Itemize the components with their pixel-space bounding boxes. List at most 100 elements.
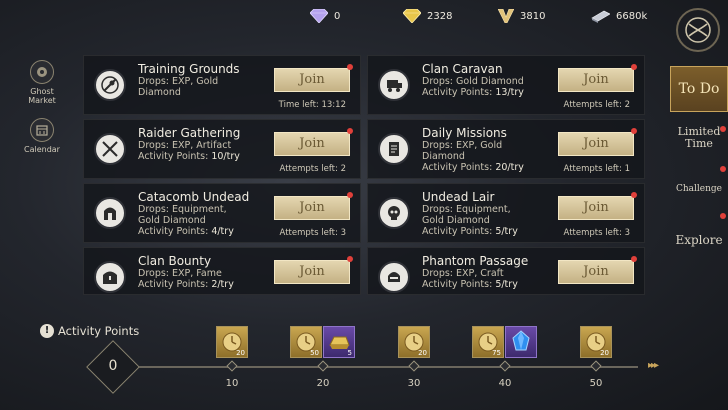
activity-card-phantom-passage: Phantom Passage Drops: EXP, Craft Activit… [367,247,645,295]
tab-explore[interactable]: Explore [670,213,728,247]
notification-dot [347,256,353,262]
notification-dot [631,64,637,70]
ghost-market-label: Ghost Market [28,87,56,105]
gold-diamond-count: 2328 [427,10,453,22]
milestone-marker [226,360,238,372]
v-currency-count: 3810 [520,10,546,22]
card-description: Drops: Equipment, Gold Diamond Activity Po… [422,204,518,237]
milestone-marker [317,360,329,372]
card-description: Drops: Equipment, Gold Diamond Activity Po… [138,204,234,237]
reward-gold-chest[interactable]: 50 [290,326,322,358]
card-title: Catacomb Undead [138,190,250,204]
tab-limited-time[interactable]: Limited Time [670,126,728,150]
silver-bar-icon [591,10,610,23]
activity-card-training-grounds: Training Grounds Drops: EXP, Gold Diamond… [83,55,361,115]
notification-dot [347,128,353,134]
card-title: Raider Gathering [138,126,241,140]
reward-count: 20 [236,349,245,357]
attempts-left: Attempts left: 3 [279,228,346,238]
card-description: Drops: EXP, Gold Diamond [138,76,219,98]
milestone-label: 10 [225,378,239,389]
notification-dot [347,192,353,198]
card-title: Clan Bounty [138,254,212,268]
gold-diamond-icon [403,9,421,23]
reward-gold-chest[interactable]: 20 [580,326,612,358]
milestone-label: 50 [589,378,603,389]
currency-silver: 6680k [590,9,647,23]
currency-diamond: 0 [310,9,340,23]
reward-count: 75 [492,349,501,357]
milestone-label: 30 [407,378,421,389]
reward-gold-ingot[interactable]: 5 [323,326,355,358]
milestone-label: 40 [498,378,512,389]
calendar-button[interactable]: Calendar [22,118,62,154]
card-description: Drops: EXP, Craft Activity Points: 5/try [422,268,518,290]
wagon-icon [378,69,410,101]
calendar-icon [30,118,54,142]
progress-track [132,366,638,368]
points-counter: 0 [108,358,118,374]
card-title: Phantom Passage [422,254,529,268]
milestone-marker [499,360,511,372]
attempts-left: Attempts left: 2 [279,164,346,174]
reward-count: 20 [418,349,427,357]
reward-count: 5 [347,349,352,357]
activity-card-clan-bounty: Clan Bounty Drops: EXP, Fame Activity Poi… [83,247,361,295]
card-description: Drops: EXP, Gold Diamond Activity Points: … [422,140,524,173]
activity-points-label: Activity Points [58,324,140,338]
chest-icon [94,261,126,293]
milestone-marker [408,360,420,372]
blue-gem-icon [512,330,530,351]
silver-bar-count: 6680k [616,10,648,22]
skull-icon [378,197,410,229]
reward-gold-chest[interactable]: 75 [472,326,504,358]
tab-challenge[interactable]: Challenge [670,166,728,194]
reward-blue-gem[interactable] [505,326,537,358]
join-button[interactable]: Join [558,68,634,92]
notification-dot [347,64,353,70]
v-currency-icon [498,9,514,23]
reward-count: 50 [310,349,319,357]
join-button[interactable]: Join [274,68,350,92]
activity-card-clan-caravan: Clan Caravan Drops: Gold Diamond Activity… [367,55,645,115]
attempts-left: Attempts left: 2 [563,100,630,110]
activity-card-catacomb-undead: Catacomb Undead Drops: Equipment, Gold Di… [83,183,361,243]
currency-v: 3810 [498,9,545,23]
attempts-left: Attempts left: 3 [563,228,630,238]
calendar-label: Calendar [24,145,60,154]
milestone-label: 20 [316,378,330,389]
info-icon[interactable]: ! [40,324,54,338]
milestone-marker [590,360,602,372]
card-title: Undead Lair [422,190,495,204]
reward-count: 20 [600,349,609,357]
card-title: Daily Missions [422,126,507,140]
join-button[interactable]: Join [274,132,350,156]
join-button[interactable]: Join [274,260,350,284]
tab-todo[interactable]: To Do [670,66,728,112]
card-description: Drops: EXP, Artifact Activity Points: 10/… [138,140,240,162]
diamond-icon [310,9,328,23]
reward-gold-chest[interactable]: 20 [398,326,430,358]
scroll-icon [378,133,410,165]
activity-card-daily-missions: Daily Missions Drops: EXP, Gold Diamond Ac… [367,119,645,179]
notification-dot [631,256,637,262]
currency-gold-diamond: 2328 [403,9,452,23]
activity-card-raider-gathering: Raider Gathering Drops: EXP, Artifact Act… [83,119,361,179]
join-button[interactable]: Join [558,196,634,220]
chevron-right-icon: ▸▸▸ [648,360,659,371]
swords-icon [94,133,126,165]
tomb-icon [94,197,126,229]
join-button[interactable]: Join [558,260,634,284]
card-title: Clan Caravan [422,62,503,76]
notification-dot [720,213,726,219]
notification-dot [631,128,637,134]
main-menu-button[interactable] [676,8,720,52]
reward-gold-chest[interactable]: 20 [216,326,248,358]
crossed-emblem-icon [685,17,711,43]
join-button[interactable]: Join [274,196,350,220]
activity-card-undead-lair: Undead Lair Drops: Equipment, Gold Diamon… [367,183,645,243]
diamond-count: 0 [334,10,341,22]
card-title: Training Grounds [138,62,240,76]
join-button[interactable]: Join [558,132,634,156]
ghost-market-button[interactable]: Ghost Market [22,60,62,105]
